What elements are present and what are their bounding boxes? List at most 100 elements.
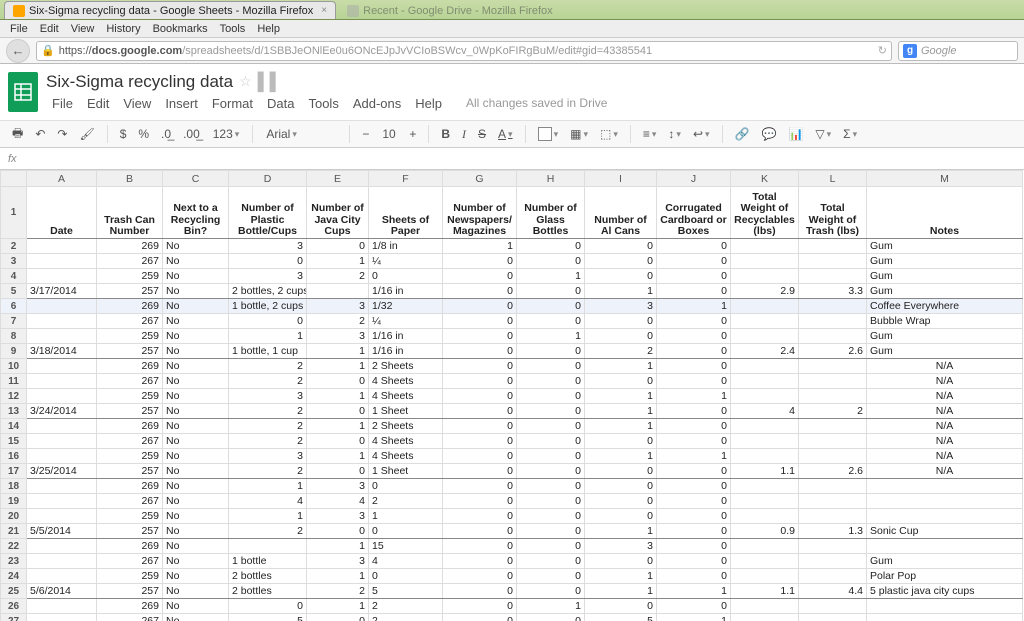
cell[interactable]: 0 <box>443 584 517 599</box>
strike-button[interactable]: S <box>474 125 490 143</box>
cell[interactable] <box>27 614 97 621</box>
cell[interactable]: 3 <box>307 299 369 314</box>
header-cell[interactable]: Trash Can Number <box>97 187 163 239</box>
cell[interactable] <box>799 254 867 269</box>
row-header[interactable]: 16 <box>1 449 27 464</box>
cell[interactable] <box>27 254 97 269</box>
cell[interactable]: 259 <box>97 329 163 344</box>
cell[interactable]: 267 <box>97 254 163 269</box>
cell[interactable] <box>731 449 799 464</box>
cell[interactable] <box>731 299 799 314</box>
cell[interactable] <box>799 239 867 254</box>
dec-increase-icon[interactable]: .00̲ <box>179 125 204 143</box>
redo-icon[interactable]: ↷ <box>53 125 71 143</box>
cell[interactable]: 2 Sheets <box>369 419 443 434</box>
cell[interactable]: 0 <box>585 434 657 449</box>
cell[interactable]: 4 Sheets <box>369 434 443 449</box>
cell[interactable]: 267 <box>97 434 163 449</box>
cell[interactable]: 5 plastic java city cups <box>867 584 1023 599</box>
cell[interactable] <box>731 419 799 434</box>
cell[interactable]: N/A <box>867 449 1023 464</box>
cell[interactable] <box>27 419 97 434</box>
cell[interactable]: 0 <box>517 239 585 254</box>
menu-help[interactable]: Help <box>251 23 286 35</box>
cell[interactable]: 0 <box>517 419 585 434</box>
cell[interactable]: 1 <box>657 584 731 599</box>
cell[interactable]: 1/32 <box>369 299 443 314</box>
cell[interactable]: 4 <box>307 494 369 509</box>
cell[interactable]: 267 <box>97 494 163 509</box>
menu-bookmarks[interactable]: Bookmarks <box>147 23 214 35</box>
cell[interactable]: 0 <box>585 599 657 614</box>
cell[interactable]: No <box>163 284 229 299</box>
menu-history[interactable]: History <box>100 23 146 35</box>
cell[interactable] <box>731 479 799 494</box>
cell[interactable]: 1 Sheet <box>369 464 443 479</box>
cell[interactable]: 0 <box>443 299 517 314</box>
print-icon[interactable]: 🖶 <box>8 122 27 147</box>
doc-title[interactable]: Six-Sigma recycling data <box>46 72 233 92</box>
cell[interactable]: Gum <box>867 239 1023 254</box>
cell[interactable]: 3 <box>229 239 307 254</box>
cell[interactable] <box>799 509 867 524</box>
cell[interactable] <box>731 254 799 269</box>
cell[interactable]: 2 <box>229 419 307 434</box>
cell[interactable]: 0 <box>517 479 585 494</box>
cell[interactable]: 1 <box>657 614 731 621</box>
cell[interactable]: 2 <box>229 464 307 479</box>
header-cell[interactable]: Date <box>27 187 97 239</box>
cell[interactable]: 0 <box>369 569 443 584</box>
cell[interactable] <box>867 539 1023 554</box>
percent-icon[interactable]: % <box>134 125 153 143</box>
cell[interactable]: 0 <box>585 479 657 494</box>
cell[interactable] <box>799 269 867 284</box>
cell[interactable]: 1 <box>517 599 585 614</box>
cell[interactable]: 1 <box>585 419 657 434</box>
cell[interactable] <box>27 239 97 254</box>
cell[interactable] <box>27 554 97 569</box>
cell[interactable]: 2 <box>307 584 369 599</box>
cell[interactable]: No <box>163 419 229 434</box>
cell[interactable]: 0 <box>443 494 517 509</box>
cell[interactable]: N/A <box>867 464 1023 479</box>
cell[interactable]: 269 <box>97 299 163 314</box>
cell[interactable] <box>27 494 97 509</box>
cell[interactable]: 259 <box>97 389 163 404</box>
cell[interactable]: No <box>163 299 229 314</box>
cell[interactable]: 0 <box>443 389 517 404</box>
cell[interactable]: 259 <box>97 269 163 284</box>
cell[interactable]: 0 <box>443 434 517 449</box>
bold-button[interactable]: B <box>437 125 454 143</box>
cell[interactable]: 1 <box>585 284 657 299</box>
cell[interactable] <box>731 269 799 284</box>
cell[interactable]: 0 <box>657 479 731 494</box>
menu-tools[interactable]: Tools <box>214 23 252 35</box>
browser-search-box[interactable]: g Google <box>898 41 1018 61</box>
tab-close-icon[interactable]: × <box>321 5 327 16</box>
cell[interactable] <box>731 614 799 621</box>
cell[interactable]: 3/18/2014 <box>27 344 97 359</box>
cell[interactable]: 0 <box>585 329 657 344</box>
cell[interactable]: 2 <box>585 344 657 359</box>
cell[interactable] <box>27 389 97 404</box>
cell[interactable]: 1 <box>585 389 657 404</box>
sheets-menu-addons[interactable]: Add-ons <box>347 94 407 113</box>
cell[interactable]: 3/25/2014 <box>27 464 97 479</box>
header-cell[interactable]: Number of Java City Cups <box>307 187 369 239</box>
cell[interactable] <box>799 329 867 344</box>
halign-button[interactable]: ≡ <box>639 125 661 143</box>
cell[interactable]: 1 <box>443 239 517 254</box>
cell[interactable]: 3 <box>307 329 369 344</box>
cell[interactable]: 2 <box>229 374 307 389</box>
cell[interactable]: 0 <box>369 524 443 539</box>
cell[interactable] <box>867 509 1023 524</box>
cell[interactable] <box>307 284 369 299</box>
cell[interactable] <box>731 599 799 614</box>
cell[interactable]: 0 <box>585 554 657 569</box>
cell[interactable]: 0 <box>585 269 657 284</box>
cell[interactable]: 0 <box>657 554 731 569</box>
cell[interactable]: Gum <box>867 269 1023 284</box>
menu-edit[interactable]: Edit <box>34 23 65 35</box>
row-header[interactable]: 15 <box>1 434 27 449</box>
cell[interactable]: No <box>163 479 229 494</box>
